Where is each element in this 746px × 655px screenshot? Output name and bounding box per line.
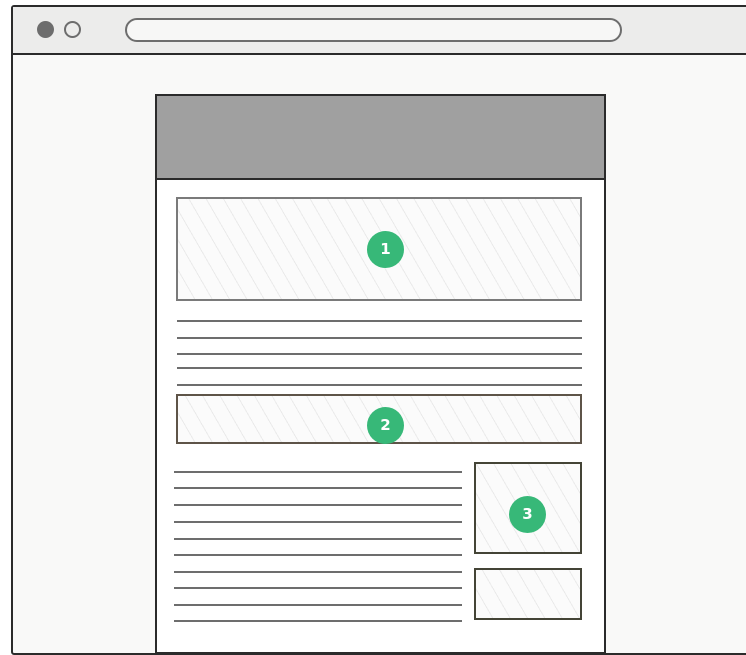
browser-window: 1 2 3 (11, 5, 746, 655)
text-line (174, 554, 462, 556)
text-line (174, 504, 462, 506)
number-badge-2: 2 (367, 407, 404, 444)
text-line (177, 337, 582, 339)
number-badge-3: 3 (509, 496, 546, 533)
page-wireframe: 1 2 3 (155, 94, 606, 654)
text-line (174, 604, 462, 606)
window-control-dot-hollow[interactable] (64, 21, 81, 38)
text-line (174, 471, 462, 473)
browser-titlebar (13, 7, 746, 55)
content-block-4 (474, 568, 582, 620)
text-line (174, 521, 462, 523)
address-bar[interactable] (125, 18, 622, 42)
text-line (174, 538, 462, 540)
text-line (177, 384, 582, 386)
text-line (177, 367, 582, 369)
text-line (177, 353, 582, 355)
text-line (174, 487, 462, 489)
text-line (174, 571, 462, 573)
text-line (174, 587, 462, 589)
page-header-block (157, 96, 604, 180)
text-line (174, 620, 462, 622)
text-line (177, 320, 582, 322)
window-control-dot-filled[interactable] (37, 21, 54, 38)
number-badge-1: 1 (367, 231, 404, 268)
